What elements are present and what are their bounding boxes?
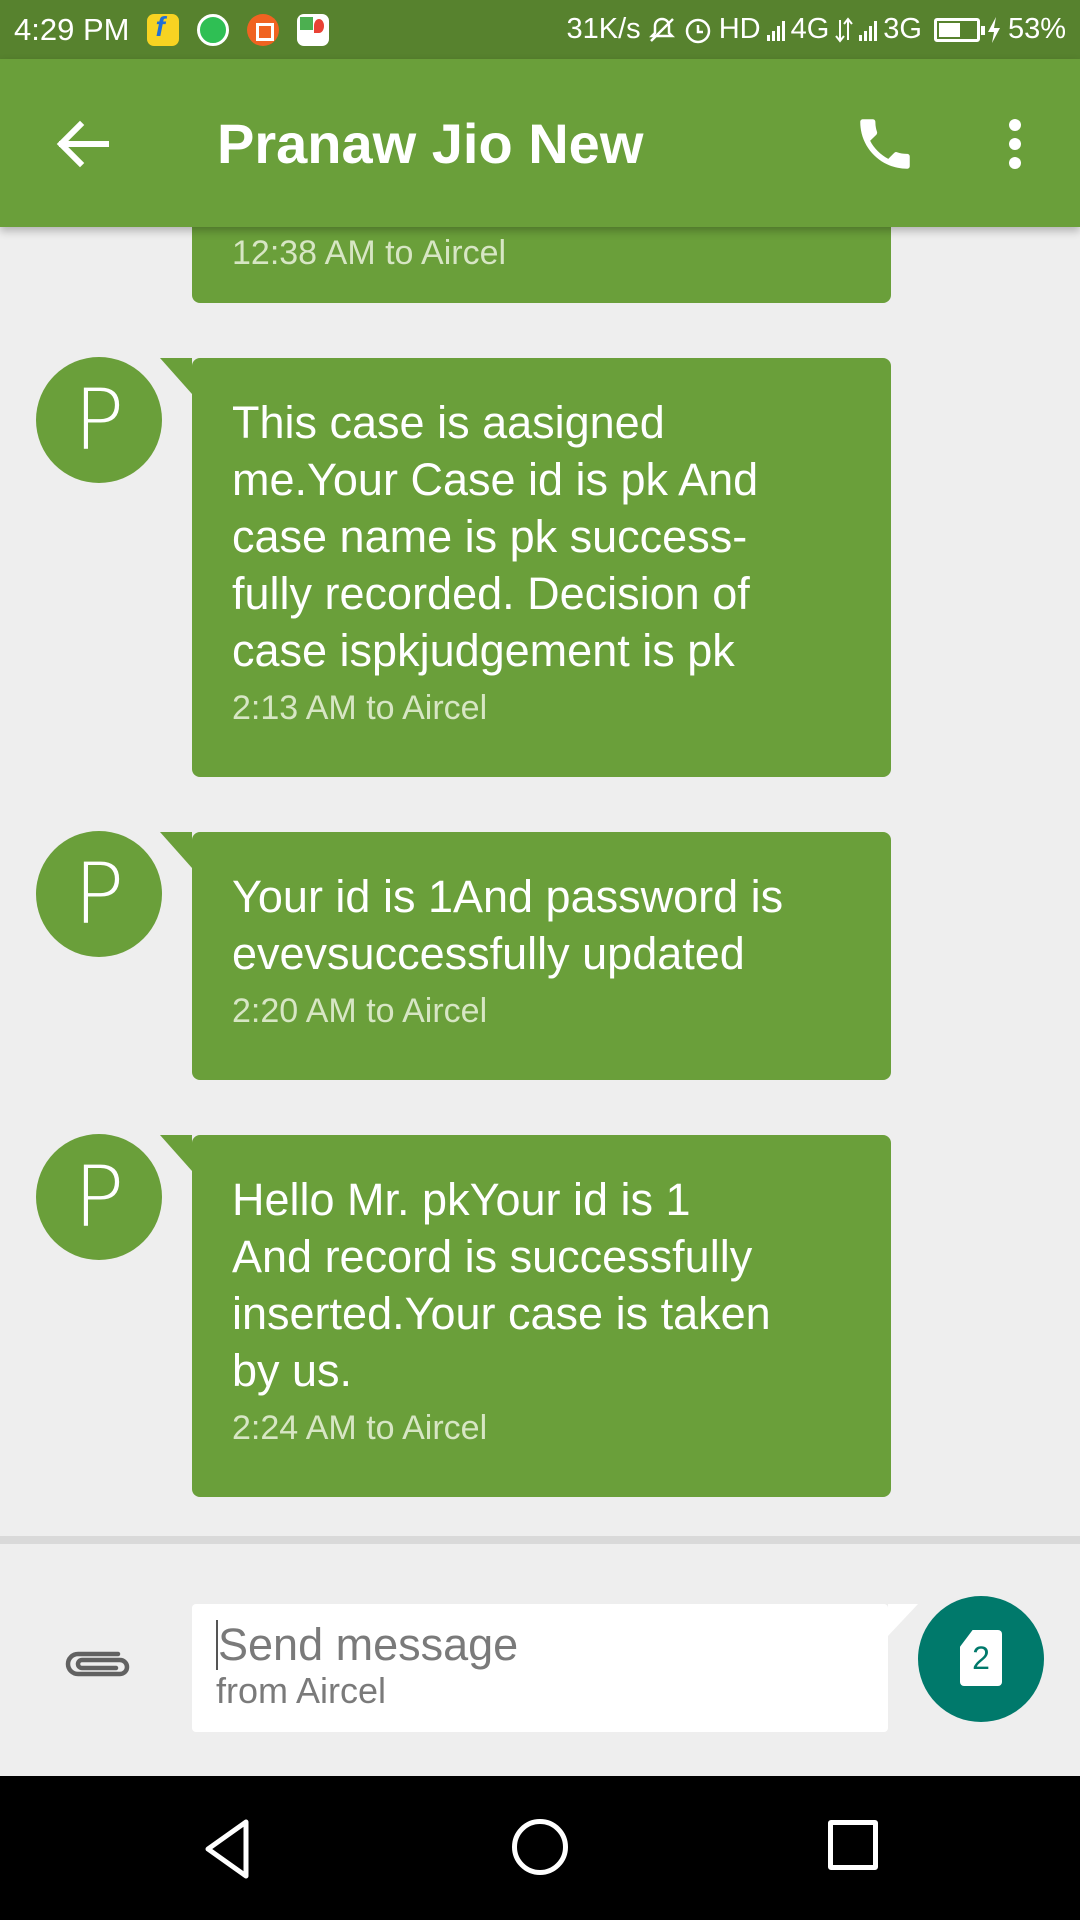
sim-hint: from Aircel	[216, 1670, 387, 1711]
message-input[interactable]: Send message from Aircel	[192, 1604, 918, 1732]
bubble-tail	[160, 1135, 192, 1171]
sim-card-icon: 2	[960, 1630, 1002, 1686]
alarm-icon	[685, 18, 710, 43]
message-text: This case is aasigned me.Your Case id is…	[232, 397, 759, 676]
status-bar: 4:29 PM 31K/s HD 4G 3G 53%	[0, 0, 1080, 59]
message-thread[interactable]: 12:38 AM to Aircel P This case is aasign…	[0, 0, 1080, 1540]
message-text: Hello Mr. pkYour id is 1 And record is s…	[232, 1174, 771, 1396]
message-meta: 2:20 AM to Aircel	[232, 992, 488, 1030]
contact-avatar[interactable]: P	[36, 357, 162, 483]
network-4g: 4G	[790, 13, 830, 45]
hd-label: HD	[718, 13, 761, 45]
send-button[interactable]: 2	[918, 1596, 1044, 1722]
flipkart-icon	[147, 11, 180, 46]
message-meta: 2:24 AM to Aircel	[232, 1409, 488, 1447]
battery-percent: 53%	[1007, 13, 1066, 45]
crop-icon	[247, 13, 280, 46]
message-placeholder: Send message	[216, 1620, 864, 1670]
signal-icon-2	[859, 19, 878, 41]
mute-icon	[648, 17, 675, 42]
conversation-title: Pranaw Jio New	[217, 112, 644, 175]
battery-icon	[933, 17, 985, 42]
maps-icon	[297, 13, 330, 46]
back-arrow-icon[interactable]	[50, 111, 116, 177]
whatsapp-icon	[197, 13, 230, 46]
message-meta: 2:13 AM to Aircel	[232, 689, 488, 727]
bubble-tail	[160, 358, 192, 394]
navigation-bar	[0, 1776, 1080, 1920]
data-arrows-icon	[835, 16, 854, 43]
more-vert-icon[interactable]	[990, 111, 1040, 177]
phone-icon[interactable]	[852, 111, 918, 177]
status-time: 4:29 PM	[14, 11, 130, 47]
contact-avatar[interactable]: P	[36, 831, 162, 957]
network-3g: 3G	[883, 13, 922, 45]
contact-avatar[interactable]: P	[36, 1134, 162, 1260]
message-bubble[interactable]: Hello Mr. pkYour id is 1 And record is s…	[160, 1135, 891, 1497]
message-bubble[interactable]: Your id is 1And password is evevsuccessf…	[160, 832, 891, 1080]
message-bubble[interactable]: This case is aasigned me.Your Case id is…	[160, 358, 891, 777]
charging-icon	[987, 16, 1000, 43]
app-bar: Pranaw Jio New	[0, 59, 1080, 227]
nav-back-icon[interactable]	[196, 1814, 262, 1884]
message-meta: 12:38 AM to Aircel	[232, 234, 507, 272]
signal-icon	[766, 19, 785, 41]
nav-recents-icon[interactable]	[828, 1820, 878, 1870]
composer: Send message from Aircel 2	[0, 1536, 1080, 1776]
bubble-tail	[160, 832, 192, 868]
paperclip-icon[interactable]	[60, 1644, 134, 1684]
nav-home-icon[interactable]	[512, 1819, 568, 1875]
network-speed: 31K/s	[566, 13, 641, 45]
message-text: Your id is 1And password is evevsuccessf…	[232, 871, 784, 979]
